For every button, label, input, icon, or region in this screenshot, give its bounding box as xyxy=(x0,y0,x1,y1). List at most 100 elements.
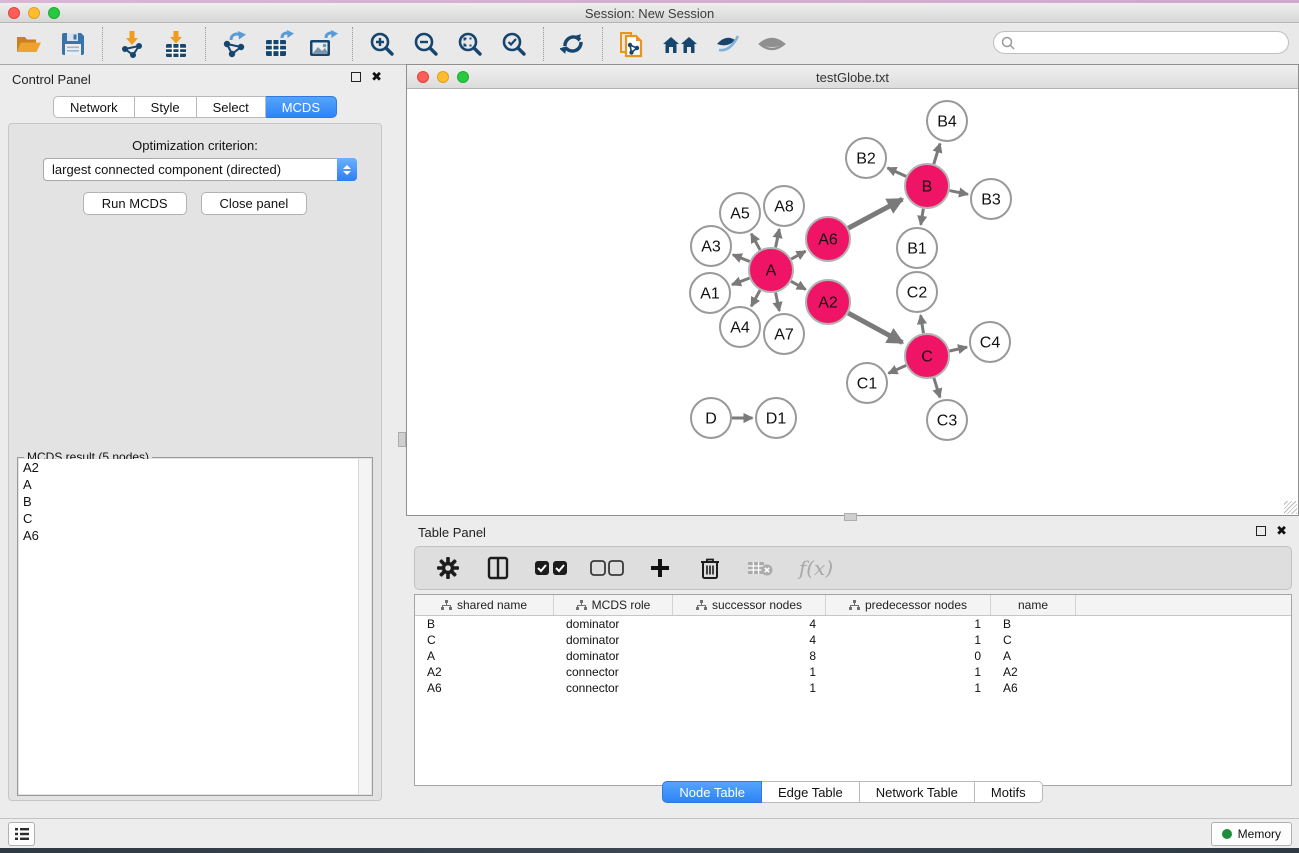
graph-edge-A-A2[interactable] xyxy=(791,281,806,289)
graph-edge-C-C3[interactable] xyxy=(934,378,940,398)
graph-edge-B-B2[interactable] xyxy=(887,168,906,177)
create-column-icon[interactable] xyxy=(645,553,675,583)
apply-layout-icon[interactable] xyxy=(558,29,588,59)
new-network-icon[interactable] xyxy=(617,29,647,59)
graph-node-A6[interactable]: A6 xyxy=(806,217,850,261)
graph-node-B1[interactable]: B1 xyxy=(897,228,937,268)
tab-style[interactable]: Style xyxy=(135,96,197,118)
zoom-selected-icon[interactable] xyxy=(499,29,529,59)
delete-column-icon[interactable] xyxy=(695,553,725,583)
column-header-shared-name[interactable]: shared name xyxy=(415,595,554,615)
import-table-icon[interactable] xyxy=(161,29,191,59)
export-table-icon[interactable] xyxy=(264,29,294,59)
graph-edge-A-A6[interactable] xyxy=(791,251,805,259)
import-network-icon[interactable] xyxy=(117,29,147,59)
save-session-icon[interactable] xyxy=(58,29,88,59)
graph-node-B[interactable]: B xyxy=(905,164,949,208)
graph-edge-A-A8[interactable] xyxy=(776,229,780,247)
graph-node-C3[interactable]: C3 xyxy=(927,400,967,440)
column-header-successor-nodes[interactable]: successor nodes xyxy=(673,595,826,615)
graph-node-D1[interactable]: D1 xyxy=(756,398,796,438)
delete-table-icon[interactable] xyxy=(745,553,775,583)
optimization-criterion-select[interactable]: largest connected component (directed) xyxy=(43,158,357,181)
graph-node-B3[interactable]: B3 xyxy=(971,179,1011,219)
vertical-divider-handle[interactable] xyxy=(398,432,406,447)
result-scrollbar[interactable] xyxy=(358,459,371,794)
graph-node-A5[interactable]: A5 xyxy=(720,193,760,233)
graph-node-A3[interactable]: A3 xyxy=(691,226,731,266)
result-item[interactable]: A6 xyxy=(19,527,358,544)
graph-edge-C-C1[interactable] xyxy=(889,365,907,373)
table-row[interactable]: A6connector11A6 xyxy=(415,680,1291,696)
graph-node-A7[interactable]: A7 xyxy=(764,314,804,354)
table-row[interactable]: Adominator80A xyxy=(415,648,1291,664)
table-row[interactable]: A2connector11A2 xyxy=(415,664,1291,680)
graph-edge-B-B1[interactable] xyxy=(921,209,924,225)
result-item[interactable]: B xyxy=(19,493,358,510)
graph-edge-C-C2[interactable] xyxy=(921,315,924,333)
graph-edge-A-A3[interactable] xyxy=(733,255,750,262)
tab-node-table[interactable]: Node Table xyxy=(662,781,762,803)
tab-edge-table[interactable]: Edge Table xyxy=(762,781,860,803)
graph-edge-A-A1[interactable] xyxy=(732,278,749,285)
graph-node-B4[interactable]: B4 xyxy=(927,101,967,141)
graph-node-C2[interactable]: C2 xyxy=(897,272,937,312)
show-graphics-details-icon[interactable] xyxy=(757,29,787,59)
result-item[interactable]: A xyxy=(19,476,358,493)
network-canvas[interactable]: B4 B2 B B3 A8A5 A6 A3 B1 A A1 C2 A2 A4A7 C4 C C1 D D1 C3 xyxy=(407,89,1298,515)
graph-node-A8[interactable]: A8 xyxy=(764,186,804,226)
result-item[interactable]: A2 xyxy=(19,459,358,476)
table-row[interactable]: Bdominator41B xyxy=(415,616,1291,632)
tab-motifs[interactable]: Motifs xyxy=(975,781,1043,803)
graph-edge-A-A5[interactable] xyxy=(751,234,760,250)
tab-mcds[interactable]: MCDS xyxy=(266,96,337,118)
graph-node-C[interactable]: C xyxy=(905,334,949,378)
graph-node-A1[interactable]: A1 xyxy=(690,273,730,313)
task-history-button[interactable] xyxy=(8,822,35,846)
graph-node-A2[interactable]: A2 xyxy=(806,280,850,324)
table-settings-icon[interactable] xyxy=(433,553,463,583)
deselect-all-rows-icon[interactable] xyxy=(589,553,625,583)
search-box[interactable] xyxy=(993,31,1289,54)
close-panel-icon[interactable]: ✖ xyxy=(371,72,382,82)
close-panel-button[interactable]: Close panel xyxy=(201,192,308,215)
hide-selected-icon[interactable] xyxy=(713,29,743,59)
first-neighbors-icon[interactable] xyxy=(661,29,699,59)
run-mcds-button[interactable]: Run MCDS xyxy=(83,192,187,215)
graph-node-B2[interactable]: B2 xyxy=(846,138,886,178)
graph-edge-A-A7[interactable] xyxy=(776,293,780,311)
column-header-predecessor-nodes[interactable]: predecessor nodes xyxy=(826,595,991,615)
graph-edge-A6-B[interactable] xyxy=(848,199,902,228)
graph-edge-A-A4[interactable] xyxy=(751,290,760,306)
resize-grip[interactable] xyxy=(1284,501,1297,514)
export-network-icon[interactable] xyxy=(220,29,250,59)
graph-edge-C-C4[interactable] xyxy=(949,347,967,351)
graph-node-A[interactable]: A xyxy=(749,248,793,292)
zoom-in-icon[interactable] xyxy=(367,29,397,59)
tab-network[interactable]: Network xyxy=(53,96,135,118)
graph-edge-A2-C[interactable] xyxy=(848,313,902,343)
graph-node-D[interactable]: D xyxy=(691,398,731,438)
show-columns-icon[interactable] xyxy=(483,553,513,583)
graph-node-C1[interactable]: C1 xyxy=(847,363,887,403)
search-input[interactable] xyxy=(1016,34,1288,52)
zoom-out-icon[interactable] xyxy=(411,29,441,59)
table-float-panel-icon[interactable] xyxy=(1256,526,1266,536)
column-header-MCDS-role[interactable]: MCDS role xyxy=(554,595,673,615)
select-all-rows-icon[interactable] xyxy=(533,553,569,583)
tab-select[interactable]: Select xyxy=(197,96,266,118)
graph-edge-B-B3[interactable] xyxy=(950,191,968,195)
column-header-name[interactable]: name xyxy=(991,595,1076,615)
node-table[interactable]: shared nameMCDS rolesuccessor nodesprede… xyxy=(414,594,1292,786)
graph-edge-B-B4[interactable] xyxy=(934,144,940,164)
zoom-fit-icon[interactable] xyxy=(455,29,485,59)
result-item[interactable]: C xyxy=(19,510,358,527)
tab-network-table[interactable]: Network Table xyxy=(860,781,975,803)
graph-node-C4[interactable]: C4 xyxy=(970,322,1010,362)
graph-node-A4[interactable]: A4 xyxy=(720,307,760,347)
table-row[interactable]: Cdominator41C xyxy=(415,632,1291,648)
open-file-icon[interactable] xyxy=(14,29,44,59)
table-close-panel-icon[interactable]: ✖ xyxy=(1276,526,1287,536)
float-panel-icon[interactable] xyxy=(351,72,361,82)
mcds-result-list[interactable]: A2ABCA6 xyxy=(19,459,358,794)
